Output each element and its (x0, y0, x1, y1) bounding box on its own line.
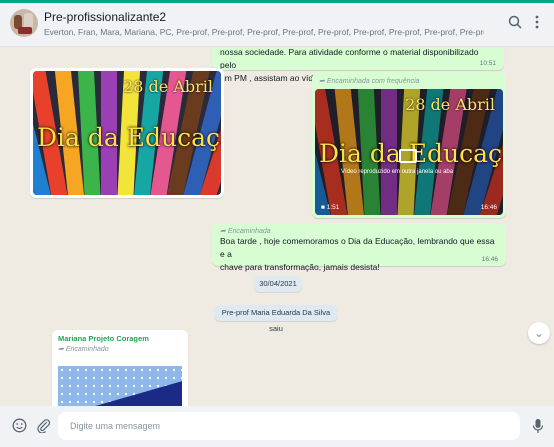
message-text: nossa sociedade. Para atividade conforme… (220, 48, 479, 70)
message-text: Boa tarde , hoje comemoramos o Dia da Ed… (220, 236, 495, 259)
sender-name[interactable]: Mariana Projeto Coragem (58, 334, 182, 343)
attached-image-preview[interactable] (58, 366, 182, 406)
chat-title[interactable]: Pre-profissionalizante2 (44, 10, 166, 24)
message-time: 16:46 (480, 204, 497, 211)
emoji-icon[interactable] (12, 418, 27, 437)
chat-members: Everton, Fran, Mara, Mariana, PC, Pre-pr… (44, 27, 484, 37)
chevron-down-icon: ⌄ (533, 326, 545, 340)
message-list[interactable]: nossa sociedade. Para atividade conforme… (0, 48, 554, 406)
video-date-text: 28 de Abril (405, 95, 495, 114)
picture-in-picture-icon[interactable] (399, 149, 417, 163)
education-day-image[interactable]: 28 de Abril Dia da Educação (33, 71, 221, 195)
message-time: 16:46 (481, 256, 498, 263)
forwarded-label: ➦ Encaminhado (58, 346, 109, 353)
forward-arrow-icon: ➦ (319, 78, 325, 85)
forwarded-label: ➦ Encaminhada (220, 228, 271, 235)
message-composer (0, 406, 554, 447)
video-duration: ■ 1:51 (321, 204, 340, 211)
video-overlay-caption: Vídeo reproduzido em outra janela ou aba (341, 169, 454, 175)
chat-header[interactable]: Pre-profissionalizante2 Everton, Fran, M… (0, 3, 554, 47)
system-notice: Pre-prof Maria Eduarda Da Silva saiu (214, 305, 338, 333)
scroll-down-button[interactable]: ⌄ (528, 322, 550, 344)
forward-arrow-icon: ➦ (220, 228, 226, 235)
group-avatar[interactable] (10, 9, 38, 37)
paperclip-icon[interactable] (36, 418, 51, 437)
search-icon[interactable] (508, 15, 522, 32)
message-bubble-incoming[interactable]: Mariana Projeto Coragem ➦ Encaminhado (52, 330, 188, 406)
message-bubble-video[interactable]: ➦ Encaminhada com frequência 28 de Abril… (312, 72, 506, 218)
message-text: chave para transformação, jamais desista… (220, 262, 380, 272)
message-bubble-image[interactable]: 28 de Abril Dia da Educação (30, 68, 224, 198)
education-day-video[interactable]: 28 de Abril Dia da Educação Vídeo reprod… (315, 89, 503, 215)
microphone-icon[interactable] (532, 418, 544, 438)
message-bubble-outgoing[interactable]: ➦ Encaminhada Boa tarde , hoje comemoram… (212, 224, 506, 272)
message-time: 10:51 (479, 60, 496, 67)
image-date-text: 28 de Abril (123, 77, 213, 96)
forwarded-label: ➦ Encaminhada com frequência (319, 78, 420, 85)
message-input[interactable] (58, 412, 520, 440)
video-camera-icon: ■ (321, 204, 325, 211)
menu-dots-icon[interactable] (534, 15, 540, 32)
forward-arrow-icon: ➦ (58, 346, 64, 353)
message-bubble-outgoing[interactable]: nossa sociedade. Para atividade conforme… (212, 48, 504, 83)
date-separator: 30/04/2021 (254, 276, 302, 292)
image-title-text: Dia da Educação (37, 123, 221, 152)
